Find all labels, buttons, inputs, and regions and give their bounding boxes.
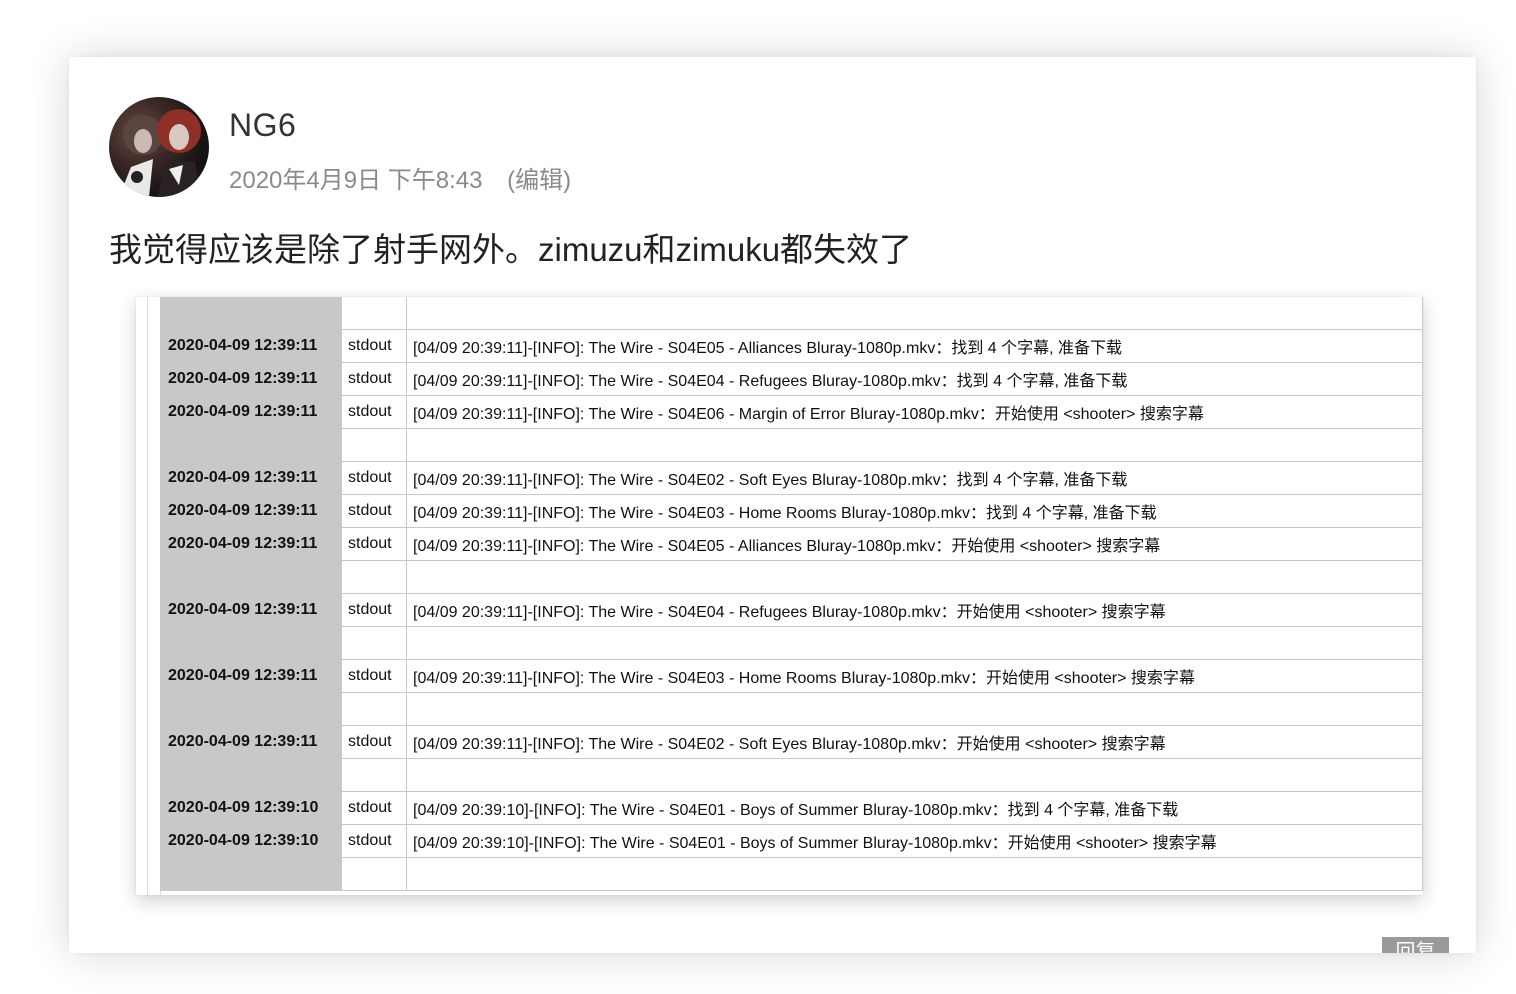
table-row xyxy=(160,758,1423,792)
post-timestamp: 2020年4月9日 下午8:43 xyxy=(229,167,483,194)
username[interactable]: NG6 xyxy=(229,107,296,144)
edit-link[interactable]: (编辑) xyxy=(507,167,571,194)
log-timestamp-cell: 2020-04-09 12:39:11 xyxy=(160,362,342,396)
table-row xyxy=(160,857,1423,891)
log-timestamp-cell xyxy=(160,428,342,462)
log-message-cell: [04/09 20:39:11]-[INFO]: The Wire - S04E… xyxy=(406,494,1423,528)
log-source-cell xyxy=(341,560,407,594)
log-source-cell: stdout xyxy=(341,527,407,561)
table-row: 2020-04-09 12:39:11 stdout [04/09 20:39:11… xyxy=(160,527,1423,561)
reply-button[interactable]: 回复 xyxy=(1382,937,1449,953)
post-meta: 2020年4月9日 下午8:43 (编辑) xyxy=(229,160,571,195)
table-row: 2020-04-09 12:39:10 stdout [04/09 20:39:10… xyxy=(160,824,1423,858)
table-row: 2020-04-09 12:39:11 stdout [04/09 20:39:11… xyxy=(160,461,1423,495)
table-row: 2020-04-09 12:39:11 stdout [04/09 20:39:11… xyxy=(160,395,1423,429)
log-message-cell: [04/09 20:39:11]-[INFO]: The Wire - S04E… xyxy=(406,725,1423,759)
log-source-cell: stdout xyxy=(341,659,407,693)
comment-text: 我觉得应该是除了射手网外。zimuzu和zimuku都失效了 xyxy=(109,231,913,268)
log-message-cell xyxy=(406,560,1423,594)
log-message-cell xyxy=(406,297,1423,330)
log-timestamp-cell: 2020-04-09 12:39:11 xyxy=(160,395,342,429)
log-message-cell xyxy=(406,857,1423,891)
log-message-cell: [04/09 20:39:11]-[INFO]: The Wire - S04E… xyxy=(406,659,1423,693)
table-row: 2020-04-09 12:39:11 stdout [04/09 20:39:11… xyxy=(160,362,1423,396)
log-source-cell xyxy=(341,692,407,726)
table-row xyxy=(160,692,1423,726)
log-message-cell xyxy=(406,626,1423,660)
log-source-cell: stdout xyxy=(341,494,407,528)
log-source-cell: stdout xyxy=(341,725,407,759)
log-source-cell xyxy=(341,758,407,792)
table-row xyxy=(160,626,1423,660)
log-timestamp-cell: 2020-04-09 12:39:11 xyxy=(160,494,342,528)
log-screenshot: 2020-04-09 12:39:11 stdout [04/09 20:39:11… xyxy=(136,297,1423,895)
log-source-cell xyxy=(341,297,407,330)
log-message-cell: [04/09 20:39:11]-[INFO]: The Wire - S04E… xyxy=(406,527,1423,561)
log-source-cell: stdout xyxy=(341,824,407,858)
log-message-cell: [04/09 20:39:10]-[INFO]: The Wire - S04E… xyxy=(406,824,1423,858)
log-timestamp-cell: 2020-04-09 12:39:11 xyxy=(160,329,342,363)
table-row xyxy=(160,297,1423,330)
table-row: 2020-04-09 12:39:10 stdout [04/09 20:39:10… xyxy=(160,791,1423,825)
log-timestamp-cell: 2020-04-09 12:39:11 xyxy=(160,593,342,627)
avatar[interactable] xyxy=(109,97,209,197)
log-source-cell xyxy=(341,857,407,891)
log-timestamp-cell: 2020-04-09 12:39:10 xyxy=(160,824,342,858)
log-timestamp-cell xyxy=(160,560,342,594)
table-row: 2020-04-09 12:39:11 stdout [04/09 20:39:11… xyxy=(160,593,1423,627)
log-message-cell xyxy=(406,428,1423,462)
log-timestamp-cell xyxy=(160,857,342,891)
log-message-cell: [04/09 20:39:11]-[INFO]: The Wire - S04E… xyxy=(406,593,1423,627)
table-row xyxy=(160,428,1423,462)
log-timestamp-cell: 2020-04-09 12:39:11 xyxy=(160,659,342,693)
log-source-cell xyxy=(341,626,407,660)
log-timestamp-cell: 2020-04-09 12:39:10 xyxy=(160,791,342,825)
log-message-cell xyxy=(406,758,1423,792)
log-timestamp-cell xyxy=(160,692,342,726)
log-message-cell: [04/09 20:39:11]-[INFO]: The Wire - S04E… xyxy=(406,329,1423,363)
log-message-cell: [04/09 20:39:10]-[INFO]: The Wire - S04E… xyxy=(406,791,1423,825)
log-message-cell: [04/09 20:39:11]-[INFO]: The Wire - S04E… xyxy=(406,362,1423,396)
log-timestamp-cell xyxy=(160,626,342,660)
log-source-cell: stdout xyxy=(341,362,407,396)
log-source-cell: stdout xyxy=(341,791,407,825)
table-row: 2020-04-09 12:39:11 stdout [04/09 20:39:11… xyxy=(160,725,1423,759)
log-source-cell: stdout xyxy=(341,395,407,429)
log-message-cell: [04/09 20:39:11]-[INFO]: The Wire - S04E… xyxy=(406,395,1423,429)
log-timestamp-cell: 2020-04-09 12:39:11 xyxy=(160,461,342,495)
log-source-cell: stdout xyxy=(341,329,407,363)
table-gutter xyxy=(136,297,161,895)
table-row: 2020-04-09 12:39:11 stdout [04/09 20:39:11… xyxy=(160,659,1423,693)
log-message-cell xyxy=(406,692,1423,726)
table-row: 2020-04-09 12:39:11 stdout [04/09 20:39:11… xyxy=(160,494,1423,528)
log-message-cell: [04/09 20:39:11]-[INFO]: The Wire - S04E… xyxy=(406,461,1423,495)
log-timestamp-cell: 2020-04-09 12:39:11 xyxy=(160,527,342,561)
log-timestamp-cell xyxy=(160,297,342,330)
table-row xyxy=(160,560,1423,594)
log-timestamp-cell xyxy=(160,758,342,792)
table-row: 2020-04-09 12:39:11 stdout [04/09 20:39:11… xyxy=(160,329,1423,363)
log-source-cell: stdout xyxy=(341,593,407,627)
log-source-cell xyxy=(341,428,407,462)
log-source-cell: stdout xyxy=(341,461,407,495)
log-table: 2020-04-09 12:39:11 stdout [04/09 20:39:11… xyxy=(160,297,1423,891)
log-timestamp-cell: 2020-04-09 12:39:11 xyxy=(160,725,342,759)
comment-card: NG6 2020年4月9日 下午8:43 (编辑) 我觉得应该是除了射手网外。z… xyxy=(69,57,1476,953)
